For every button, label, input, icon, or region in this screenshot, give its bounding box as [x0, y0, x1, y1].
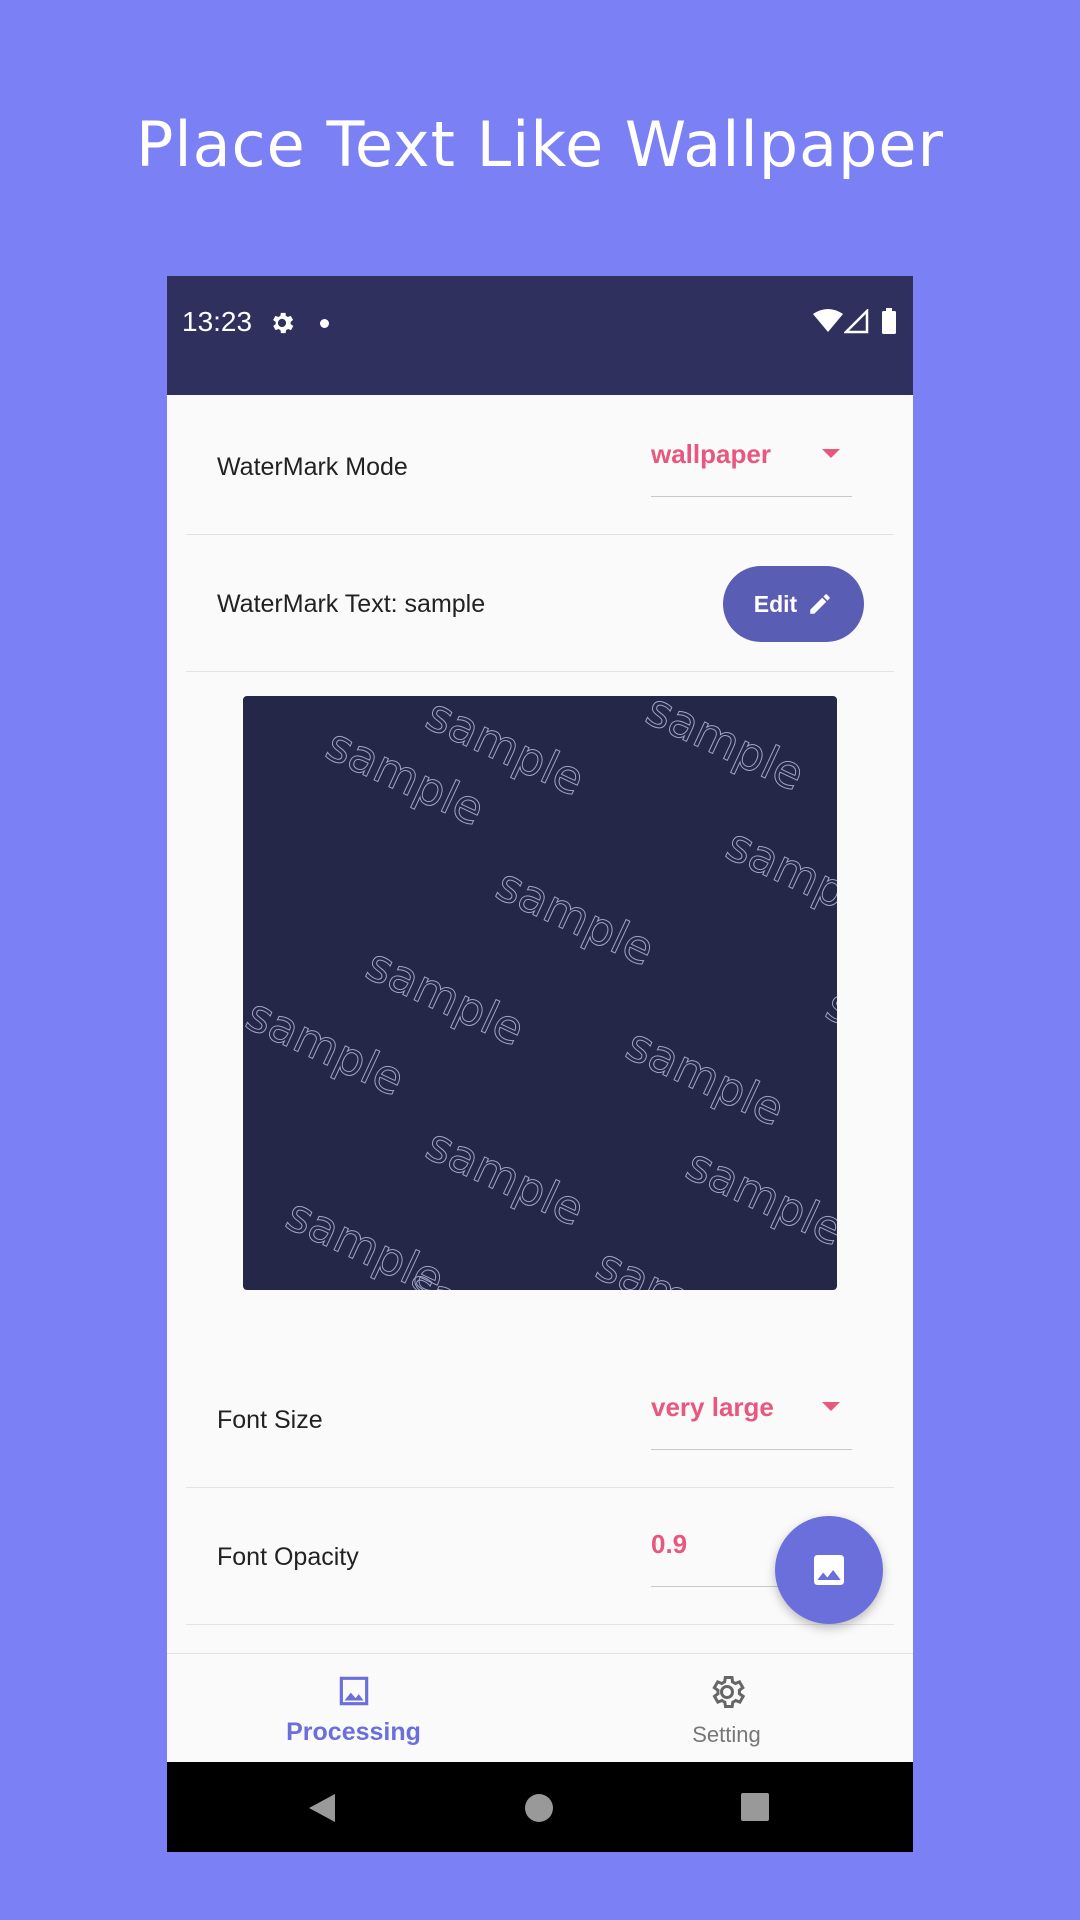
gear-icon [711, 1676, 745, 1708]
watermark-mode-dropdown[interactable]: wallpaper [651, 439, 852, 497]
divider [186, 1624, 894, 1625]
watermark-sample-text: sample [243, 987, 413, 1107]
watermark-sample-text: sample [358, 937, 532, 1057]
watermark-sample-text: sample [418, 1117, 592, 1237]
font-size-label: Font Size [217, 1406, 323, 1434]
watermark-preview: sample sample sample sample sample sample samp… [243, 696, 837, 1290]
watermark-mode-label: WaterMark Mode [217, 453, 408, 481]
watermark-sample-text: sample [678, 1137, 837, 1257]
pick-image-fab[interactable] [775, 1516, 883, 1624]
watermark-sample-text: sample [398, 1257, 572, 1290]
watermark-sample-text: sample [718, 817, 837, 937]
edit-button-label: Edit [753, 590, 798, 617]
image-icon [814, 1555, 844, 1585]
status-time: 13:23 [182, 306, 253, 337]
divider [186, 1487, 894, 1488]
watermark-sample-text: sample [638, 696, 812, 802]
divider [186, 534, 894, 535]
dropdown-arrow-icon [822, 449, 840, 458]
watermark-sample-text: sample [818, 977, 837, 1097]
font-size-value: very large [651, 1392, 774, 1422]
image-icon [339, 1676, 368, 1706]
wifi-icon [813, 309, 843, 332]
watermark-preview-canvas: samplesample samplesample samplesamplesamp… [243, 696, 837, 1290]
dropdown-arrow-icon [822, 1402, 840, 1411]
font-size-dropdown[interactable]: very large [651, 1392, 852, 1450]
cell-signal-icon [844, 309, 869, 334]
notification-dot-icon [320, 319, 329, 328]
home-icon[interactable] [524, 1793, 554, 1823]
gear-icon [273, 312, 294, 334]
nav-label-processing: Processing [286, 1718, 421, 1746]
back-icon[interactable] [307, 1792, 337, 1824]
watermark-sample-text: sample [588, 1237, 762, 1290]
phone-screen: 13:23 WaterMark Mode wallpaper WaterMark… [167, 276, 913, 1852]
status-bar: 13:23 [167, 276, 913, 395]
pencil-icon [810, 594, 830, 614]
watermark-sample-text: sample [488, 857, 662, 977]
watermark-mode-value: wallpaper [651, 439, 771, 469]
recents-icon[interactable] [741, 1793, 769, 1821]
divider [186, 671, 894, 672]
battery-icon [882, 308, 896, 334]
nav-label-setting: Setting [692, 1722, 761, 1747]
font-opacity-label: Font Opacity [217, 1543, 359, 1571]
font-opacity-value: 0.9 [651, 1529, 688, 1559]
system-navigation-bar [167, 1762, 913, 1852]
headline: Place Text Like Wallpaper [135, 108, 945, 181]
watermark-sample-text: sample [618, 1017, 792, 1137]
nav-item-processing[interactable]: Processing [167, 1654, 540, 1763]
bottom-navigation: Processing Setting [167, 1653, 913, 1762]
edit-button[interactable]: Edit [723, 566, 864, 642]
nav-item-setting[interactable]: Setting [540, 1654, 913, 1763]
watermark-text-label: WaterMark Text: sample [217, 590, 486, 618]
